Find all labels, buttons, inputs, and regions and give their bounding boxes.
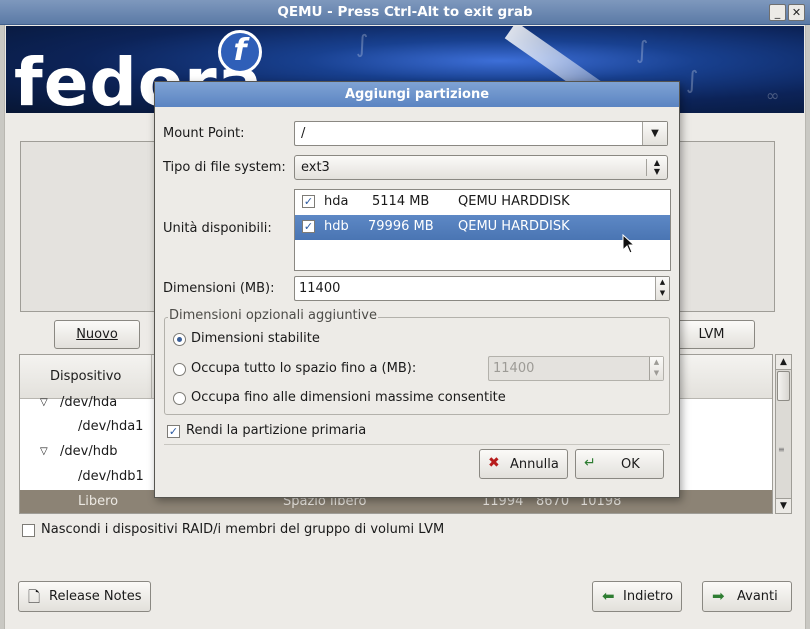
tree-row-label: Libero: [78, 494, 119, 509]
drive-checkbox[interactable]: ✓: [302, 220, 315, 233]
drive-model: QEMU HARDDISK: [458, 219, 570, 234]
drive-size: 5114 MB: [372, 194, 430, 209]
new-button-label: Nuovo: [76, 327, 118, 342]
tree-row-label: /dev/hdb1: [78, 469, 144, 484]
hide-raid-label[interactable]: Nascondi i dispositivi RAID/i membri del…: [41, 522, 444, 537]
next-label: Avanti: [737, 589, 778, 604]
primary-label[interactable]: Rendi la partizione primaria: [186, 423, 366, 438]
fs-type-value: ext3: [301, 160, 330, 175]
mouse-cursor-icon: [622, 234, 636, 254]
optional-size-legend: Dimensioni opzionali aggiuntive: [168, 308, 378, 323]
cancel-button[interactable]: ✖ Annulla: [479, 449, 568, 479]
arrow-right-icon: ➡: [712, 587, 725, 605]
scroll-up-icon[interactable]: ▲: [776, 355, 791, 370]
fixed-size-label[interactable]: Dimensioni stabilite: [191, 331, 320, 346]
document-icon: 🗋: [28, 588, 41, 606]
fs-type-label: Tipo di file system:: [163, 160, 286, 175]
release-notes-label: Release Notes: [49, 589, 142, 604]
spin-arrows-icon[interactable]: ▲ ▼: [655, 277, 669, 300]
size-value[interactable]: 11400: [299, 281, 340, 296]
cancel-label: Annulla: [510, 457, 559, 472]
drive-checkbox[interactable]: ✓: [302, 195, 315, 208]
lvm-button[interactable]: LVM: [668, 320, 755, 349]
drive-row-hdb[interactable]: ✓ hdb 79996 MB QEMU HARDDISK: [295, 215, 670, 240]
fill-max-label[interactable]: Occupa fino alle dimensioni massime cons…: [191, 390, 506, 405]
back-label: Indietro: [623, 589, 674, 604]
bubble-icon: ∫: [686, 66, 699, 94]
hide-raid-checkbox[interactable]: [22, 524, 35, 537]
scroll-down-icon[interactable]: ▼: [776, 498, 791, 513]
drive-size: 79996 MB: [368, 219, 434, 234]
drive-name: hdb: [324, 219, 349, 234]
column-header-device[interactable]: Dispositivo: [50, 369, 121, 384]
drive-name: hda: [324, 194, 349, 209]
ok-label: OK: [621, 457, 640, 472]
drive-row-hda[interactable]: ✓ hda 5114 MB QEMU HARDDISK: [295, 190, 670, 215]
fill-max-radio[interactable]: [173, 392, 186, 405]
tree-row-label: /dev/hda1: [78, 419, 144, 434]
fill-to-label[interactable]: Occupa tutto lo spazio fino a (MB):: [191, 361, 416, 376]
scroll-grip: ≡: [778, 445, 785, 454]
arrow-left-icon: ⬅: [602, 587, 615, 605]
bubble-icon: ∞: [766, 86, 780, 105]
minimize-button[interactable]: _: [769, 4, 786, 21]
mount-point-label: Mount Point:: [163, 126, 245, 141]
size-spinbutton[interactable]: 11400 ▲ ▼: [294, 276, 670, 301]
mount-point-combo[interactable]: / ▼: [294, 121, 668, 146]
back-button[interactable]: ⬅ Indietro: [592, 581, 682, 612]
expander-icon[interactable]: ▽: [40, 446, 48, 457]
add-partition-dialog: Aggiungi partizione Mount Point: / ▼ Tip…: [154, 81, 680, 498]
fill-to-value[interactable]: 11400: [493, 361, 534, 376]
tree-scrollbar[interactable]: ▲ ≡ ▼: [775, 354, 792, 514]
new-button[interactable]: Nuovo: [54, 320, 140, 349]
bubble-icon: ∫: [356, 30, 369, 58]
fill-to-spinbutton[interactable]: 11400 ▲ ▼: [488, 356, 664, 381]
window-title: QEMU - Press Ctrl-Alt to exit grab: [277, 4, 533, 20]
scroll-thumb[interactable]: [777, 371, 790, 401]
ok-button[interactable]: ↵ OK: [575, 449, 664, 479]
select-separator: [646, 159, 647, 176]
updown-arrow-icon: ▲ ▼: [653, 158, 661, 176]
primary-checkbox[interactable]: ✓: [167, 425, 180, 438]
bubble-icon: ∫: [636, 36, 649, 64]
dropdown-arrow-icon[interactable]: ▼: [642, 122, 667, 145]
close-button[interactable]: ✕: [788, 4, 805, 21]
tree-row-label: /dev/hda: [60, 395, 118, 410]
fs-type-select[interactable]: ext3 ▲ ▼: [294, 155, 668, 180]
dialog-separator: [164, 444, 670, 445]
fill-to-radio[interactable]: [173, 363, 186, 376]
fixed-size-radio[interactable]: [173, 333, 186, 346]
dialog-title: Aggiungi partizione: [155, 82, 679, 107]
cancel-icon: ✖: [488, 455, 500, 471]
release-notes-button[interactable]: 🗋 Release Notes: [18, 581, 151, 612]
spin-arrows-icon[interactable]: ▲ ▼: [649, 357, 663, 380]
drives-label: Unità disponibili:: [163, 221, 272, 236]
drive-model: QEMU HARDDISK: [458, 194, 570, 209]
size-label: Dimensioni (MB):: [163, 281, 275, 296]
fedora-logo-icon: f: [218, 30, 262, 74]
qemu-titlebar: QEMU - Press Ctrl-Alt to exit grab _ ✕: [0, 0, 810, 25]
mount-point-value[interactable]: /: [301, 126, 305, 141]
tree-row-label: /dev/hdb: [60, 444, 118, 459]
next-button[interactable]: ➡ Avanti: [702, 581, 792, 612]
drives-list[interactable]: ✓ hda 5114 MB QEMU HARDDISK ✓ hdb 79996 …: [294, 189, 671, 271]
ok-arrow-icon: ↵: [584, 455, 596, 471]
expander-icon[interactable]: ▽: [40, 397, 48, 408]
